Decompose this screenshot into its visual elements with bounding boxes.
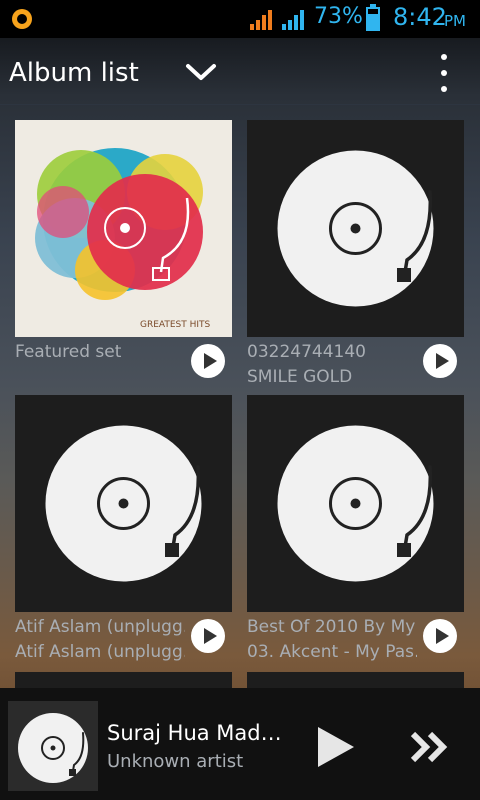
battery-percentage: 73% [314, 4, 363, 29]
overflow-menu-icon[interactable] [430, 52, 460, 94]
album-card[interactable] [15, 672, 232, 688]
turntable-icon [247, 395, 464, 612]
album-card[interactable]: Atif Aslam (unplugg… Atif Aslam (unplugg… [15, 395, 232, 665]
status-bar: 73% 8:42 PM [0, 0, 480, 38]
signal-icon [282, 10, 304, 30]
clock: 8:42 [393, 3, 447, 31]
now-playing-artist: Unknown artist [107, 751, 244, 772]
next-icon[interactable] [410, 731, 450, 763]
play-icon[interactable] [423, 344, 457, 378]
now-playing-title: Suraj Hua Mad… [107, 721, 282, 745]
album-card[interactable]: 03224744140 SMILE GOLD [247, 120, 464, 390]
album-title: Featured set [15, 342, 122, 362]
clock-ampm: PM [444, 12, 466, 30]
turntable-icon [8, 701, 98, 791]
album-cover-image: GREATEST HITS [15, 120, 232, 337]
now-playing-bar[interactable]: Suraj Hua Mad… Unknown artist [0, 688, 480, 800]
chevron-down-icon[interactable] [182, 60, 220, 84]
play-icon[interactable] [191, 619, 225, 653]
album-title: 03224744140 [247, 342, 366, 362]
play-icon[interactable] [423, 619, 457, 653]
album-artist: SMILE GOLD [247, 367, 353, 387]
signal-icon [250, 10, 272, 30]
app-notification-icon [12, 9, 32, 29]
album-card[interactable]: GREATEST HITS Featured set [15, 120, 232, 390]
battery-icon [366, 4, 380, 31]
turntable-icon [15, 395, 232, 612]
album-title: Best Of 2010 By My… [247, 617, 417, 637]
app-bar: Album list [0, 38, 480, 105]
album-card[interactable]: Best Of 2010 By My… 03. Akcent - My Pas… [247, 395, 464, 665]
turntable-icon [247, 120, 464, 337]
album-title: Atif Aslam (unplugg… [15, 617, 185, 637]
album-artist: 03. Akcent - My Pas… [247, 642, 417, 662]
play-icon[interactable] [316, 725, 356, 769]
album-card[interactable] [247, 672, 464, 688]
album-artist: Atif Aslam (unplugg… [15, 642, 185, 662]
play-icon[interactable] [191, 344, 225, 378]
cover-text: GREATEST HITS [140, 320, 211, 330]
page-title: Album list [9, 58, 139, 88]
